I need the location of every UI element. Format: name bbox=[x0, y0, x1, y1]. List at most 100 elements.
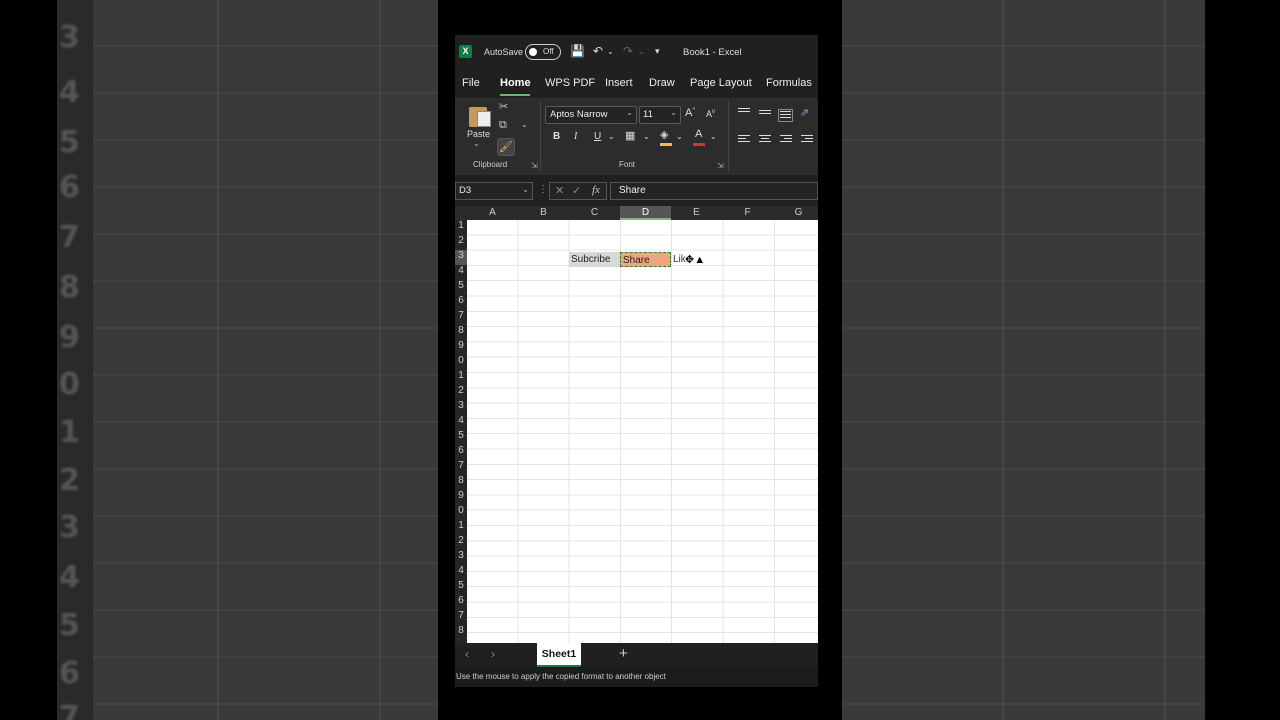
font-color-icon[interactable]: A bbox=[695, 128, 702, 140]
enter-icon[interactable]: ✓ bbox=[572, 184, 581, 197]
column-header-g[interactable]: G bbox=[773, 207, 818, 218]
column-headers: A B C D E F G bbox=[455, 206, 818, 220]
sheet-tab-sheet1[interactable]: Sheet1 bbox=[537, 643, 581, 667]
row-header[interactable]: 8 bbox=[455, 475, 467, 490]
row-header[interactable]: 3 bbox=[455, 400, 467, 415]
column-header-e[interactable]: E bbox=[671, 207, 722, 218]
add-sheet-button[interactable]: + bbox=[619, 645, 628, 662]
row-header[interactable]: 1 bbox=[455, 220, 467, 235]
underline-dropdown-icon[interactable]: ⌄ bbox=[608, 132, 615, 141]
row-header[interactable]: 7 bbox=[455, 310, 467, 325]
font-size-select[interactable]: 11 ⌄ bbox=[639, 106, 681, 124]
fill-color-icon[interactable]: ◈ bbox=[660, 128, 668, 141]
bold-button[interactable]: B bbox=[553, 131, 560, 142]
cell-c3[interactable]: Subcribe bbox=[569, 252, 620, 267]
row-header[interactable]: 8 bbox=[455, 625, 467, 640]
more-options-icon[interactable]: ⋮ bbox=[538, 184, 548, 195]
font-launcher-icon[interactable]: ⇲ bbox=[717, 161, 724, 170]
decrease-font-size-icon[interactable]: Av bbox=[706, 109, 715, 119]
align-right-icon[interactable] bbox=[780, 135, 792, 145]
insert-function-button[interactable]: fx bbox=[592, 184, 600, 196]
row-header[interactable]: 0 bbox=[455, 505, 467, 520]
align-top-icon[interactable] bbox=[738, 108, 750, 118]
chevron-left-icon[interactable]: ‹ bbox=[465, 647, 469, 661]
row-header[interactable]: 5 bbox=[455, 430, 467, 445]
column-header-d[interactable]: D bbox=[620, 206, 671, 220]
paste-dropdown-icon[interactable]: ⌄ bbox=[473, 139, 480, 148]
redo-icon[interactable]: ↷ bbox=[623, 44, 633, 58]
row-header[interactable]: 0 bbox=[455, 355, 467, 370]
blurred-row-number: 6 bbox=[59, 656, 80, 691]
tab-wps-pdf[interactable]: WPS PDF bbox=[545, 77, 595, 89]
customize-toolbar-icon[interactable]: ▾ bbox=[655, 46, 660, 57]
row-header[interactable]: 2 bbox=[455, 385, 467, 400]
title-bar: X AutoSave Off 💾 ↶ ⌄ ↷ ⌄ ▾ Book1 - Excel bbox=[455, 35, 818, 69]
column-header-f[interactable]: F bbox=[722, 207, 773, 218]
row-header[interactable]: 1 bbox=[455, 370, 467, 385]
save-icon[interactable]: 💾 bbox=[570, 44, 585, 58]
row-header[interactable]: 4 bbox=[455, 565, 467, 580]
fill-color-dropdown-icon[interactable]: ⌄ bbox=[676, 132, 683, 141]
row-header[interactable]: 5 bbox=[455, 280, 467, 295]
clipboard-launcher-icon[interactable]: ⇲ bbox=[531, 161, 538, 170]
font-name-select[interactable]: Aptos Narrow ⌄ bbox=[545, 106, 637, 124]
paste-button[interactable] bbox=[469, 103, 491, 127]
borders-icon[interactable]: ▦ bbox=[625, 129, 635, 142]
row-header[interactable]: 6 bbox=[455, 445, 467, 460]
row-header[interactable]: 7 bbox=[455, 610, 467, 625]
tab-page-layout[interactable]: Page Layout bbox=[690, 77, 752, 89]
align-middle-icon[interactable] bbox=[759, 110, 771, 120]
column-header-b[interactable]: B bbox=[518, 207, 569, 218]
align-left-icon[interactable] bbox=[738, 135, 750, 145]
row-header[interactable]: 8 bbox=[455, 325, 467, 340]
row-header[interactable]: 3 bbox=[455, 550, 467, 565]
indent-icon[interactable] bbox=[801, 135, 813, 145]
undo-icon[interactable]: ↶ bbox=[593, 44, 603, 58]
copy-icon[interactable]: ⧉ bbox=[499, 119, 507, 132]
formula-input[interactable]: Share bbox=[610, 182, 818, 200]
tab-file[interactable]: File bbox=[462, 77, 480, 89]
row-header[interactable]: 4 bbox=[455, 415, 467, 430]
row-header[interactable]: 9 bbox=[455, 340, 467, 355]
borders-dropdown-icon[interactable]: ⌄ bbox=[643, 132, 650, 141]
column-header-c[interactable]: C bbox=[569, 207, 620, 218]
worksheet-grid[interactable]: Subcribe Share Like ✥▲ bbox=[467, 220, 818, 643]
cancel-icon[interactable]: ✕ bbox=[555, 184, 564, 197]
font-color-dropdown-icon[interactable]: ⌄ bbox=[710, 132, 717, 141]
copy-dropdown-icon[interactable]: ⌄ bbox=[521, 120, 528, 129]
redo-dropdown-icon[interactable]: ⌄ bbox=[638, 47, 645, 56]
row-header[interactable]: 4 bbox=[455, 265, 467, 280]
cut-icon[interactable]: ✂ bbox=[499, 100, 508, 113]
excel-logo-icon: X bbox=[459, 45, 472, 58]
autosave-toggle[interactable]: Off bbox=[525, 44, 561, 60]
undo-dropdown-icon[interactable]: ⌄ bbox=[607, 47, 614, 56]
tab-insert[interactable]: Insert bbox=[605, 77, 633, 89]
row-header[interactable]: 9 bbox=[455, 490, 467, 505]
row-header[interactable]: 6 bbox=[455, 595, 467, 610]
blurred-row-number: 5 bbox=[59, 125, 80, 160]
row-header[interactable]: 2 bbox=[455, 235, 467, 250]
blurred-row-number: 4 bbox=[59, 75, 80, 110]
tab-draw[interactable]: Draw bbox=[649, 77, 675, 89]
paste-label[interactable]: Paste bbox=[467, 129, 490, 139]
autosave-state: Off bbox=[543, 47, 554, 56]
row-header[interactable]: 2 bbox=[455, 535, 467, 550]
orientation-icon[interactable]: ⇗ bbox=[800, 106, 809, 119]
name-box[interactable]: D3 ⌄ bbox=[455, 182, 533, 200]
align-center-icon[interactable] bbox=[759, 135, 771, 145]
row-header[interactable]: 5 bbox=[455, 580, 467, 595]
format-painter-icon[interactable]: 🖌 bbox=[497, 138, 515, 156]
column-header-a[interactable]: A bbox=[467, 207, 518, 218]
row-header[interactable]: 7 bbox=[455, 460, 467, 475]
italic-button[interactable]: I bbox=[574, 131, 577, 142]
cell-d3[interactable]: Share bbox=[620, 252, 671, 267]
row-header-selected[interactable]: 3 bbox=[455, 250, 467, 265]
underline-button[interactable]: U bbox=[594, 131, 601, 142]
chevron-right-icon[interactable]: › bbox=[491, 647, 495, 661]
row-header[interactable]: 6 bbox=[455, 295, 467, 310]
tab-home[interactable]: Home bbox=[500, 77, 531, 89]
tab-formulas[interactable]: Formulas bbox=[766, 77, 812, 89]
row-header[interactable]: 1 bbox=[455, 520, 467, 535]
increase-font-size-icon[interactable]: A^ bbox=[685, 107, 695, 119]
align-bottom-icon[interactable] bbox=[778, 109, 793, 122]
